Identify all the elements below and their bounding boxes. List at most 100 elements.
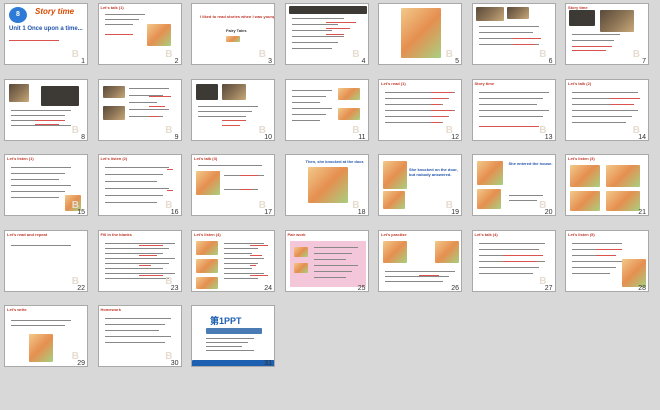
text-line [11, 173, 65, 174]
slide-number: 30 [170, 360, 179, 367]
slide-thumbnail[interactable]: Let's read (1) B 12 [378, 78, 462, 141]
slide-number: 22 [77, 284, 85, 292]
slide-thumbnail[interactable]: Let's listen (3) 21 [565, 154, 649, 216]
slide-image [196, 171, 220, 195]
text-line [11, 109, 71, 111]
text-line [104, 14, 145, 15]
slide-image [29, 334, 53, 362]
slide-thumbnail[interactable]: Story time B 13 [471, 78, 556, 141]
slide-thumbnail[interactable]: B6 [471, 3, 556, 65]
slide-image [102, 85, 125, 98]
slide-image [383, 240, 407, 263]
slide-thumbnail[interactable]: Story time B 7 [565, 3, 649, 65]
text-line [431, 109, 453, 111]
text-line [104, 19, 139, 20]
slide-thumbnail[interactable]: She knocked on the door, but nobody answ… [378, 154, 462, 216]
slide-thumbnail[interactable]: B8 [4, 78, 88, 141]
text-line [138, 264, 151, 266]
slide-thumbnail[interactable]: Let's talk (1) B 2 [97, 3, 182, 65]
slide-number: 31 [264, 360, 272, 367]
slide-image [600, 10, 634, 32]
text-line [478, 26, 539, 27]
text-line [11, 179, 59, 180]
text-line [596, 248, 622, 250]
text-line [222, 119, 246, 121]
slide-number: 29 [77, 360, 85, 367]
slide-thumbnail[interactable]: B4 [284, 3, 369, 65]
slide-thumbnail[interactable]: Let's listen (5) 28 [565, 229, 649, 292]
slide-number: 16 [170, 209, 179, 216]
slide-heading: Fill in the blanks [100, 231, 132, 237]
text-line [148, 105, 165, 107]
slide-number: 17 [264, 209, 272, 216]
text-line [104, 34, 133, 35]
slide-thumbnail[interactable]: 8 Story time Unit 1 Once upon a time... B 1 [4, 3, 88, 65]
text-line [104, 167, 169, 168]
text-line [431, 103, 441, 105]
slide-thumbnail[interactable]: Let's practise 26 [378, 229, 462, 292]
slide-image [226, 36, 240, 42]
slide-image [383, 161, 407, 189]
slide-image [293, 246, 308, 257]
text-line [104, 252, 163, 254]
text-line [224, 247, 258, 249]
slide-thumbnail[interactable]: Let's talk (3) B 17 [191, 154, 275, 216]
slide-image [570, 191, 600, 211]
text-line [313, 270, 352, 272]
slide-thumbnail[interactable]: Let's listen (2) B 16 [97, 154, 182, 216]
text-line [250, 244, 268, 246]
slide-image [196, 240, 218, 255]
text-line [385, 280, 443, 282]
slide-thumbnail[interactable]: Let's talk (2) B 14 [565, 78, 649, 141]
text-line [313, 246, 358, 248]
slide-number: 2 [174, 58, 179, 65]
slide-thumbnail[interactable]: Let's talk (4) B 27 [471, 229, 556, 292]
slide-thumbnail[interactable]: Homework B 30 [97, 305, 182, 367]
slide-thumbnail[interactable]: Let's listen (1) B 15 [4, 154, 88, 216]
slide-thumbnail[interactable]: Pair work 25 [284, 229, 369, 292]
text-line [291, 18, 344, 19]
text-line [138, 254, 157, 256]
slide-number: 4 [361, 58, 366, 65]
slide-subheading: Fairy Tales [226, 28, 247, 33]
text-line [478, 115, 543, 117]
slide-thumbnail[interactable]: 第1PPT 31 [191, 305, 275, 367]
slide-number: 19 [451, 209, 459, 216]
text-line [596, 254, 616, 256]
text-line [512, 44, 535, 45]
slide-thumbnail[interactable]: Fill in the blanks B 23 [97, 229, 182, 292]
text-line [206, 346, 242, 347]
text-line [313, 264, 358, 266]
slide-image [196, 83, 218, 100]
text-line [224, 257, 264, 259]
slide-thumbnail[interactable]: B5 [378, 3, 462, 65]
text-line [224, 267, 252, 269]
text-line [572, 242, 622, 244]
text-line [250, 274, 268, 276]
text-line [478, 272, 533, 274]
text-line [35, 119, 65, 121]
text-line [291, 119, 320, 121]
text-line [291, 30, 332, 31]
text-line [11, 197, 59, 198]
text-line [35, 123, 59, 125]
slide-heading: Let's talk (1) [100, 5, 124, 10]
slide-thumbnail[interactable]: She entered the house. B 20 [471, 154, 556, 216]
slide-heading: Let's listen (3) [568, 156, 595, 161]
slide-number: 23 [170, 284, 179, 292]
slide-thumbnail[interactable]: B 10 [191, 78, 275, 141]
slide-number: 26 [451, 284, 459, 292]
slide-thumbnail[interactable]: B 11 [284, 78, 369, 141]
slide-number: 14 [638, 133, 646, 141]
slide-heading: Let's practise [381, 231, 407, 237]
slide-thumbnail[interactable]: I liked to read stories when I was young… [191, 3, 275, 65]
text-line [325, 34, 344, 35]
slide-thumbnail[interactable]: Let's write B 29 [4, 305, 88, 367]
slide-thumbnail[interactable]: Then, she knocked at the door. B 18 [284, 154, 369, 216]
text-line [291, 24, 338, 25]
slide-thumbnail[interactable]: Let's read and repeat B 22 [4, 229, 88, 292]
watermark: B [632, 49, 640, 60]
slide-heading: Then, she knocked at the door. [305, 159, 365, 164]
slide-thumbnail[interactable]: B9 [97, 78, 182, 141]
slide-thumbnail[interactable]: Let's listen (4) 24 [191, 229, 275, 292]
